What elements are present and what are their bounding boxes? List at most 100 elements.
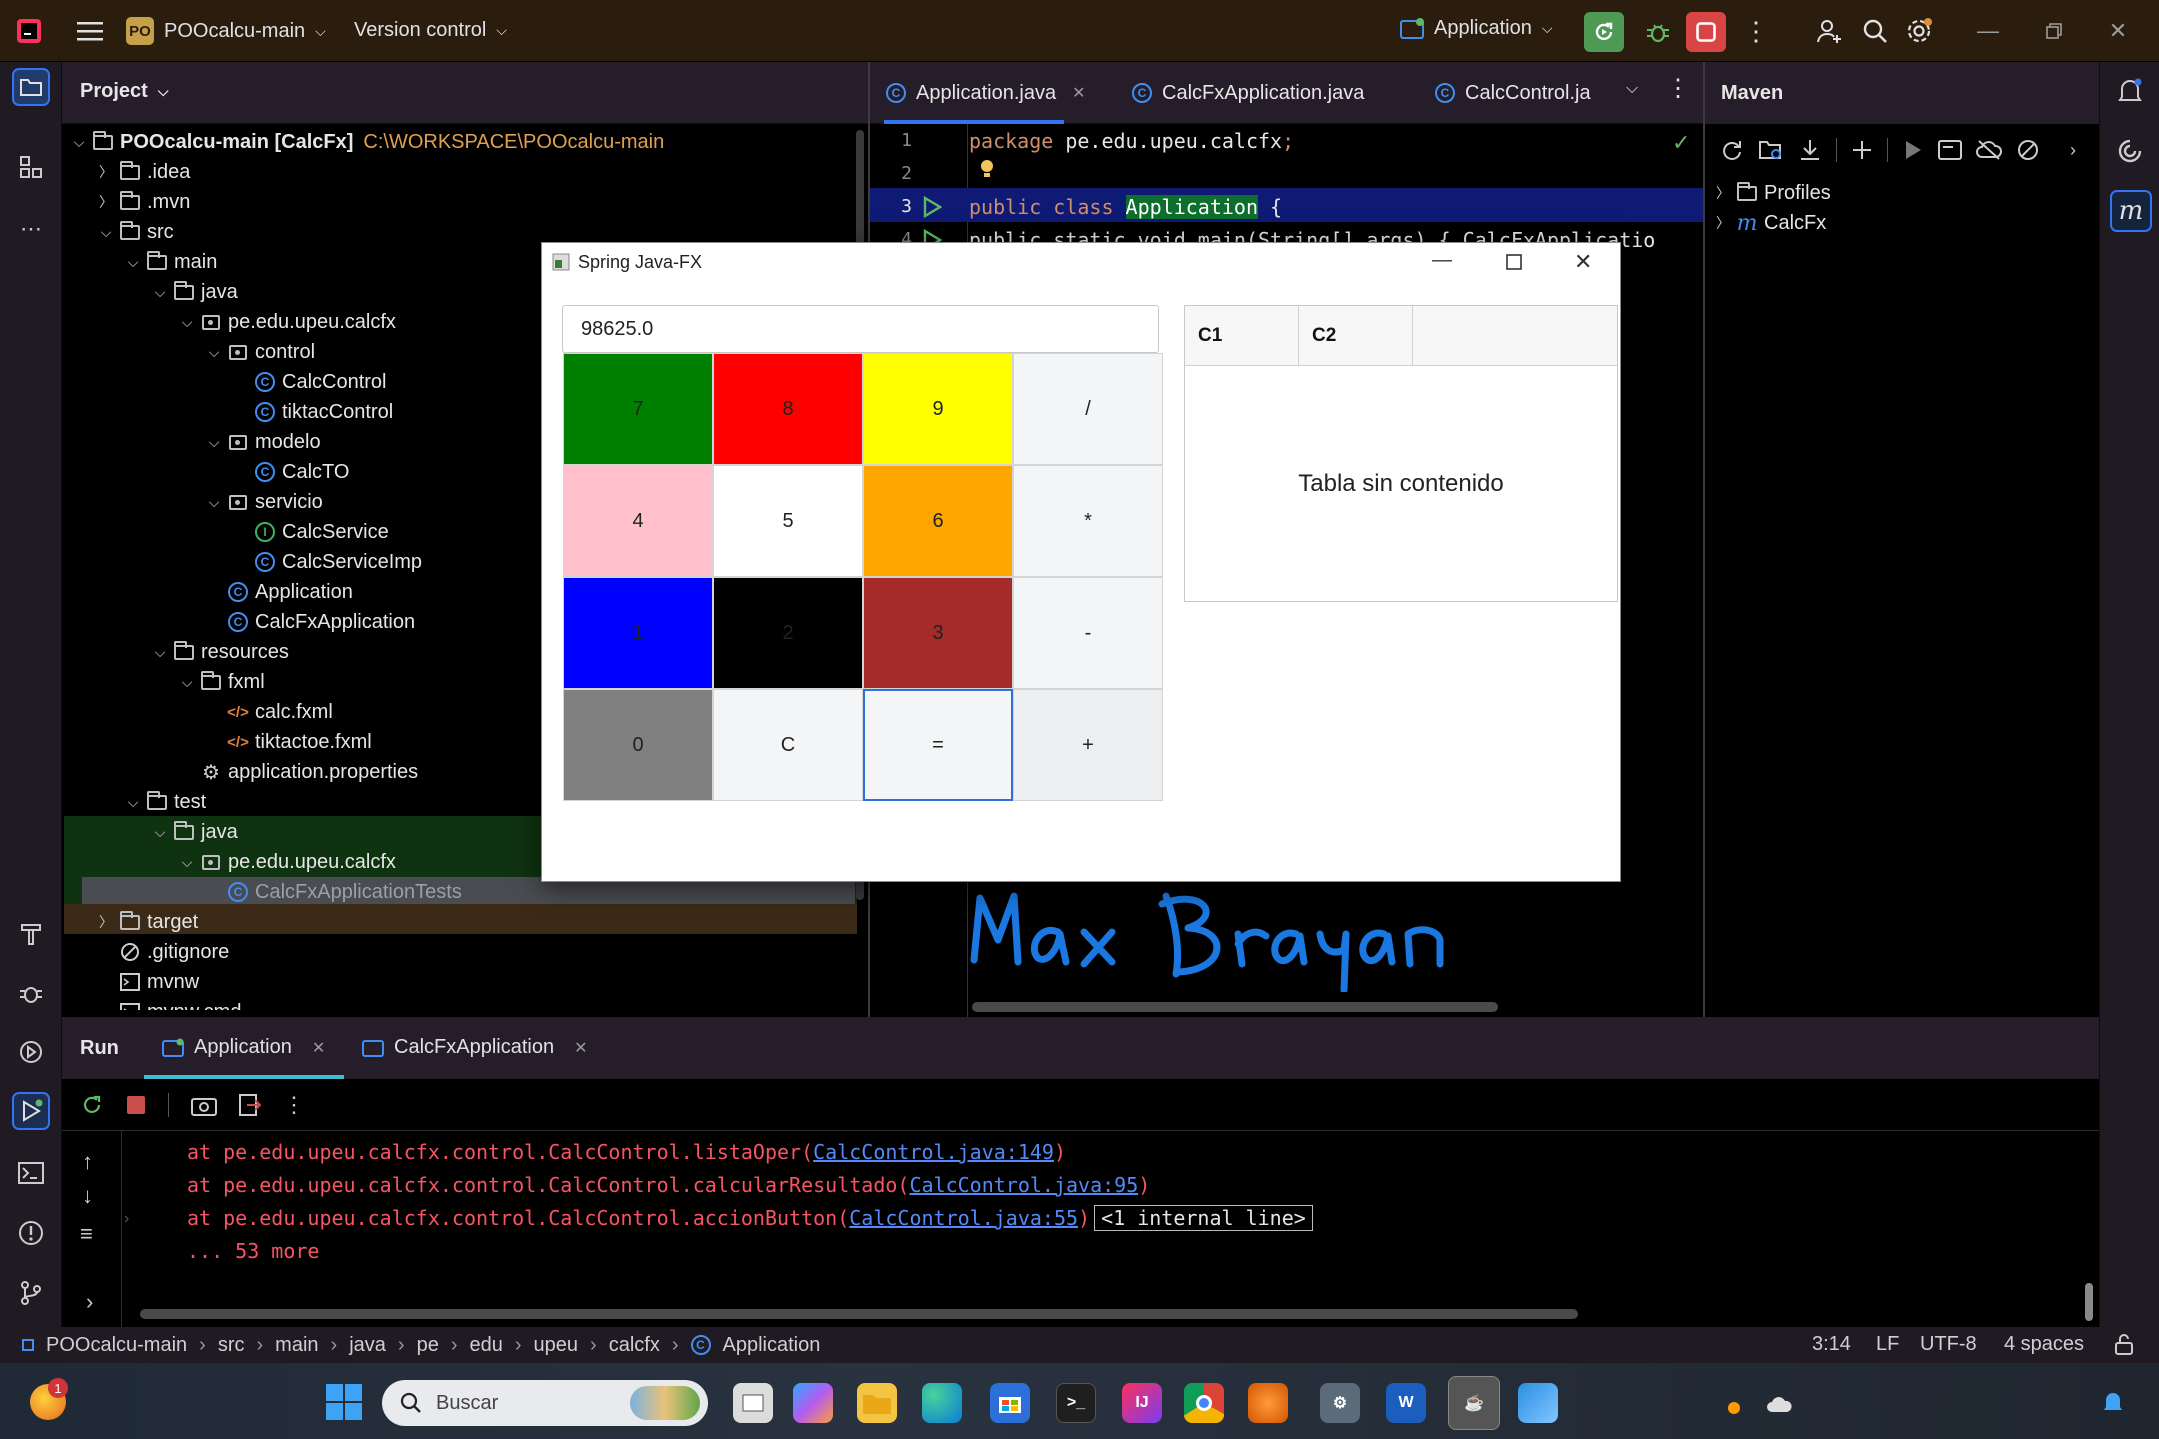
calc-key[interactable]: 1 [563, 577, 713, 689]
notifications-bell-icon[interactable] [2111, 72, 2149, 110]
file-encoding[interactable]: UTF-8 [1920, 1333, 1977, 1356]
more-actions-icon[interactable]: ⋮ [1743, 14, 1769, 48]
rerun-button[interactable] [1584, 12, 1624, 52]
calc-key[interactable]: C [713, 689, 863, 801]
tree-item[interactable]: C CalcControl [232, 367, 386, 397]
intellij-taskbar-icon[interactable]: IJ [1122, 1383, 1162, 1423]
tree-item[interactable]: mvnw.cmd [97, 997, 241, 1010]
fx-maximize-button[interactable] [1506, 254, 1522, 270]
calc-key[interactable]: + [1013, 689, 1163, 801]
word-icon[interactable]: W [1386, 1383, 1426, 1423]
calc-key[interactable]: 7 [563, 353, 713, 465]
close-tab-icon[interactable]: ✕ [1072, 83, 1085, 103]
breadcrumb-item[interactable]: java [349, 1334, 386, 1357]
ai-assistant-icon[interactable] [2111, 132, 2149, 170]
internal-lines-fold[interactable]: <1 internal line> [1094, 1205, 1313, 1231]
tree-item[interactable]: 〉 target [97, 907, 198, 937]
services-tool-icon[interactable] [12, 1033, 50, 1071]
calc-key[interactable]: 3 [863, 577, 1013, 689]
minimize-window-button[interactable]: — [1968, 14, 2008, 48]
console-vertical-scrollbar[interactable] [2085, 1283, 2093, 1321]
close-tab-icon[interactable]: ✕ [312, 1038, 325, 1058]
maven-item-calcfx[interactable]: 〉 m CalcFx [1714, 208, 1826, 238]
settings-app-icon[interactable]: ⚙ [1320, 1383, 1360, 1423]
tree-item[interactable]: ⌵ src [97, 217, 174, 247]
table-column-header[interactable]: C1 [1185, 306, 1299, 366]
file-explorer-icon[interactable] [857, 1383, 897, 1423]
firefox-icon[interactable] [1248, 1383, 1288, 1423]
tree-item[interactable]: C CalcServiceImp [232, 547, 422, 577]
windows-start-icon[interactable] [326, 1384, 362, 1420]
calc-key[interactable]: / [1013, 353, 1163, 465]
calc-key[interactable]: 8 [713, 353, 863, 465]
line-separator[interactable]: LF [1876, 1333, 1899, 1356]
run-tab-calcfxapplication[interactable]: CalcFxApplication ✕ [362, 1036, 587, 1059]
tabs-more-icon[interactable]: ⋮ [1666, 74, 1690, 103]
onedrive-cloud-icon[interactable] [1766, 1394, 1794, 1414]
java-fx-app-icon[interactable]: ☕ [1448, 1376, 1500, 1430]
calc-key[interactable]: 2 [713, 577, 863, 689]
calc-key[interactable]: 4 [563, 465, 713, 577]
git-tool-icon[interactable] [12, 1274, 50, 1312]
tree-item[interactable]: C CalcFxApplication [205, 607, 415, 637]
tree-item[interactable]: C CalcFxApplicationTests [205, 877, 462, 907]
fold-marker-icon[interactable]: › [124, 1210, 129, 1228]
tree-item[interactable]: 〉 .mvn [97, 187, 190, 217]
download-sources-icon[interactable] [1798, 138, 1822, 162]
breadcrumb-item[interactable]: Application [723, 1334, 821, 1357]
skip-tests-icon[interactable] [2016, 138, 2040, 162]
close-tab-icon[interactable]: ✕ [574, 1038, 587, 1058]
photos-icon[interactable] [1518, 1383, 1558, 1423]
calc-key[interactable]: * [1013, 465, 1163, 577]
breadcrumb-item[interactable]: calcfx [609, 1334, 660, 1357]
table-column-header[interactable]: C2 [1299, 306, 1413, 366]
store-icon[interactable] [990, 1383, 1030, 1423]
notification-bell-icon[interactable] [2102, 1390, 2124, 1414]
copilot-icon[interactable] [793, 1383, 833, 1423]
breadcrumb-item[interactable]: pe [417, 1334, 439, 1357]
breadcrumb-item[interactable]: POOcalcu-main [46, 1334, 187, 1357]
tree-item[interactable]: 〉 .idea [97, 157, 190, 187]
maven-item-profiles[interactable]: 〉 Profiles [1714, 178, 1831, 208]
run-tool-icon[interactable] [12, 1092, 50, 1130]
close-window-button[interactable]: ✕ [2098, 14, 2138, 48]
tab-calccontrol-java[interactable]: C CalcControl.ja [1435, 62, 1605, 124]
calc-key[interactable]: 9 [863, 353, 1013, 465]
terminal-icon[interactable]: >_ [1056, 1383, 1096, 1423]
tree-root[interactable]: ⌵ POOcalcu-main [CalcFx] C:\WORKSPACE\POOc… [70, 127, 664, 157]
tree-item[interactable]: ⌵ pe.edu.upeu.calcfx [178, 847, 396, 877]
no-problems-check-icon[interactable]: ✓ [1672, 130, 1690, 156]
problems-tool-icon[interactable] [12, 1214, 50, 1252]
caret-position[interactable]: 3:14 [1812, 1333, 1851, 1356]
scroll-down-icon[interactable]: ↓ [82, 1183, 93, 1209]
tray-status-dot-icon[interactable] [1728, 1402, 1740, 1414]
maven-tool-icon[interactable]: m [2110, 190, 2152, 232]
stacktrace-link[interactable]: CalcControl.java:149 [813, 1140, 1054, 1164]
tree-item[interactable]: ⌵ resources [151, 637, 289, 667]
edge-browser-icon[interactable] [922, 1383, 962, 1423]
chevron-right-icon[interactable]: › [86, 1289, 93, 1315]
tree-item[interactable]: C CalcTO [232, 457, 349, 487]
chrome-icon[interactable] [1184, 1383, 1224, 1423]
restore-window-button[interactable] [2034, 14, 2074, 48]
search-icon[interactable] [1858, 14, 1892, 48]
fx-close-button[interactable]: ✕ [1574, 249, 1592, 275]
screenshot-icon[interactable] [191, 1094, 217, 1116]
more-actions-icon[interactable]: ⋮ [283, 1092, 305, 1118]
calc-key[interactable]: 6 [863, 465, 1013, 577]
exit-icon[interactable] [239, 1093, 261, 1117]
tree-item[interactable]: I CalcService [232, 517, 389, 547]
stacktrace-link[interactable]: CalcControl.java:95 [909, 1173, 1138, 1197]
calc-key[interactable]: = [863, 689, 1013, 801]
fx-minimize-button[interactable]: — [1432, 249, 1452, 272]
tree-item[interactable]: mvnw [97, 967, 199, 997]
tree-item[interactable]: C Application [205, 577, 353, 607]
stacktrace-link[interactable]: CalcControl.java:55 [849, 1206, 1078, 1230]
stop-button[interactable] [1686, 12, 1726, 52]
tree-item[interactable]: ⚙ application.properties [178, 757, 418, 787]
indent-setting[interactable]: 4 spaces [2004, 1333, 2084, 1356]
lock-icon[interactable] [2114, 1333, 2134, 1355]
add-maven-project-icon[interactable] [1758, 138, 1784, 162]
tree-item[interactable]: ⌵ modelo [205, 427, 321, 457]
add-icon[interactable] [1851, 139, 1873, 161]
